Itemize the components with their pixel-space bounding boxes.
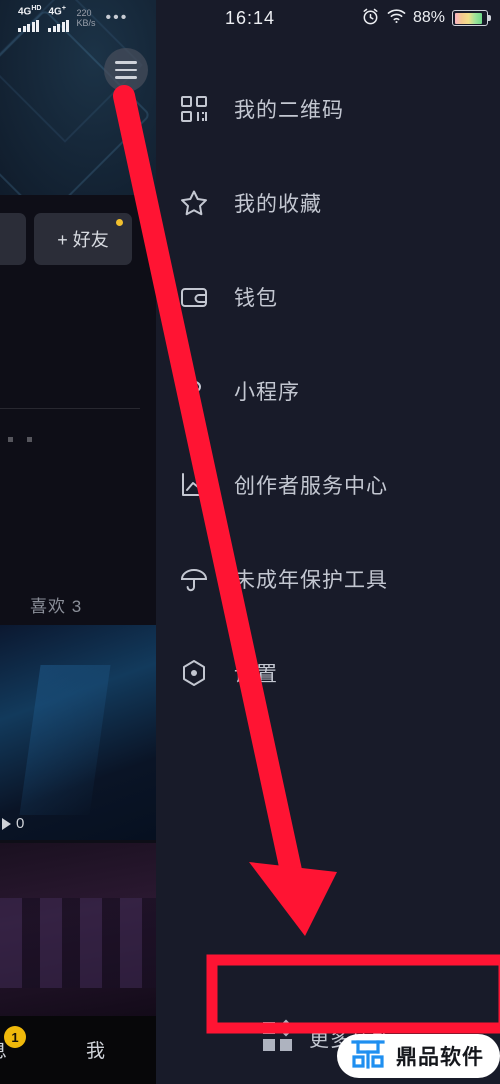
nav-profile-label: 我	[86, 1041, 106, 1062]
video-thumbnail[interactable]	[0, 843, 156, 1021]
nav-messages[interactable]: 息 1	[0, 1026, 26, 1063]
watermark-badge: 鼎品软件	[337, 1034, 500, 1078]
status-bar: 4GHD 4G+ 220 KB/s ••• 16:14 88%	[0, 0, 500, 36]
profile-action-button[interactable]	[0, 213, 26, 265]
grid-square	[280, 1039, 292, 1051]
likes-tab-label[interactable]: 喜欢 3	[30, 592, 82, 617]
background-app-content: + 好友 喜欢 3 0 息 1 我	[0, 0, 156, 1084]
play-triangle-icon	[2, 817, 11, 830]
play-count-value: 0	[16, 815, 25, 832]
add-friend-button[interactable]: + 好友	[34, 213, 132, 265]
menu-item-label: 我的收藏	[234, 193, 322, 216]
grid-square	[263, 1022, 275, 1034]
tab-divider	[0, 408, 140, 409]
side-drawer-panel: 我的二维码 我的收藏 钱包 小程序 创作者服务中心 未成年保护工具 设置	[156, 0, 500, 1084]
umbrella-icon	[178, 563, 210, 595]
menu-item-my-qr-code[interactable]: 我的二维码	[156, 62, 500, 156]
tab-dot	[27, 437, 32, 442]
menu-item-label: 设置	[234, 663, 278, 686]
tab-dot	[8, 437, 13, 442]
menu-item-label: 我的二维码	[234, 99, 344, 122]
settings-gear-icon	[178, 657, 210, 689]
hamburger-line	[115, 76, 137, 79]
add-friend-notification-dot	[116, 219, 123, 226]
qr-code-icon	[178, 93, 210, 125]
star-icon	[178, 187, 210, 219]
tab-indicator-dots	[8, 437, 32, 442]
mini-program-icon	[178, 375, 210, 407]
menu-item-wallet[interactable]: 钱包	[156, 250, 500, 344]
play-count: 0	[2, 815, 24, 832]
alarm-clock-icon	[361, 7, 380, 30]
grid-apps-icon	[263, 1019, 295, 1052]
menu-item-my-favorites[interactable]: 我的收藏	[156, 156, 500, 250]
hamburger-line	[115, 68, 137, 72]
battery-icon	[452, 10, 491, 26]
screen-root: + 好友 喜欢 3 0 息 1 我	[0, 0, 500, 1084]
menu-item-minor-protection-tools[interactable]: 未成年保护工具	[156, 532, 500, 626]
drawer-menu-list: 我的二维码 我的收藏 钱包 小程序 创作者服务中心 未成年保护工具 设置	[156, 62, 500, 720]
menu-item-creator-service-center[interactable]: 创作者服务中心	[156, 438, 500, 532]
grid-square	[263, 1039, 275, 1051]
add-friend-label: + 好友	[57, 230, 109, 250]
hamburger-menu-icon[interactable]	[104, 48, 148, 92]
hamburger-line	[115, 61, 137, 64]
wallet-icon	[178, 281, 210, 313]
menu-item-label: 小程序	[234, 381, 300, 404]
watermark-text: 鼎品软件	[396, 1046, 484, 1069]
bottom-navigation-bar: 息 1 我	[0, 1016, 156, 1084]
video-thumbnail[interactable]: 0	[0, 625, 156, 840]
wifi-icon	[387, 8, 406, 28]
battery-percent-label: 88%	[412, 9, 445, 26]
status-bar-right: 88%	[361, 0, 491, 36]
chart-icon	[178, 469, 210, 501]
nav-messages-badge: 1	[4, 1026, 26, 1048]
menu-item-settings[interactable]: 设置	[156, 626, 500, 720]
dingpin-logo-icon	[349, 1037, 387, 1076]
menu-item-mini-program[interactable]: 小程序	[156, 344, 500, 438]
menu-item-label: 未成年保护工具	[234, 569, 388, 592]
nav-profile[interactable]: 我	[86, 1036, 105, 1063]
menu-item-label: 创作者服务中心	[234, 475, 388, 498]
grid-square	[277, 1019, 295, 1037]
menu-item-label: 钱包	[234, 287, 278, 310]
profile-button-row: + 好友	[0, 213, 156, 265]
